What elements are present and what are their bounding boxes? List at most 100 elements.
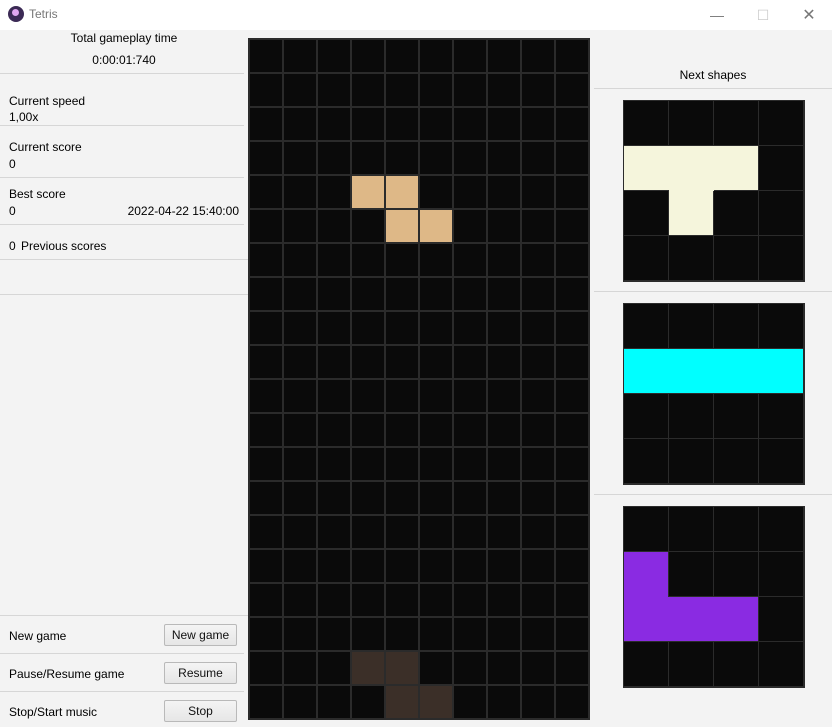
preview-cell xyxy=(624,191,668,235)
board-cell xyxy=(386,380,418,412)
board-cell xyxy=(556,414,588,446)
board-cell xyxy=(454,40,486,72)
board-cell xyxy=(386,312,418,344)
preview-cell xyxy=(669,236,713,280)
preview-cell xyxy=(624,101,668,145)
board-cell xyxy=(454,482,486,514)
board-cell xyxy=(454,346,486,378)
preview-cell xyxy=(624,642,668,686)
board-cell xyxy=(352,550,384,582)
board-cell xyxy=(556,74,588,106)
board-cell xyxy=(522,176,554,208)
board-cell xyxy=(250,652,282,684)
game-board[interactable] xyxy=(248,38,590,720)
next-shape-block xyxy=(714,146,758,190)
preview-cell xyxy=(759,439,803,483)
board-cell xyxy=(522,74,554,106)
board-cell xyxy=(420,448,452,480)
board-cell xyxy=(556,516,588,548)
board-cell xyxy=(522,482,554,514)
board-cell xyxy=(386,244,418,276)
board-cell xyxy=(454,312,486,344)
board-cell xyxy=(488,584,520,616)
ghost-piece-block xyxy=(420,686,452,718)
preview-cell xyxy=(714,642,758,686)
board-cell xyxy=(522,652,554,684)
board-cell xyxy=(488,74,520,106)
board-cell xyxy=(556,584,588,616)
board-cell xyxy=(420,40,452,72)
board-cell xyxy=(488,312,520,344)
next-shape-block xyxy=(669,349,714,393)
board-cell xyxy=(284,482,316,514)
divider xyxy=(0,294,248,295)
board-cell xyxy=(556,108,588,140)
board-cell xyxy=(386,414,418,446)
board-cell xyxy=(318,550,350,582)
board-cell xyxy=(556,550,588,582)
new-game-button[interactable]: New game xyxy=(164,624,237,646)
preview-cell xyxy=(714,191,758,235)
divider xyxy=(0,615,248,616)
minimize-button[interactable]: — xyxy=(694,0,740,30)
preview-cell xyxy=(714,439,758,483)
board-cell xyxy=(420,176,452,208)
board-cell xyxy=(420,584,452,616)
preview-cell xyxy=(624,236,668,280)
resume-button[interactable]: Resume xyxy=(164,662,237,684)
board-cell xyxy=(284,108,316,140)
board-cell xyxy=(318,210,350,242)
board-cell xyxy=(522,312,554,344)
board-cell xyxy=(250,278,282,310)
board-cell xyxy=(250,618,282,650)
preview-cell xyxy=(759,191,803,235)
board-cell xyxy=(284,686,316,718)
board-cell xyxy=(352,74,384,106)
board-cell xyxy=(352,244,384,276)
board-cell xyxy=(420,346,452,378)
board-cell xyxy=(352,516,384,548)
stats-panel: Total gameplay time 0:00:01:740 Current … xyxy=(0,30,248,727)
board-cell xyxy=(420,74,452,106)
board-cell xyxy=(454,74,486,106)
previous-scores-label[interactable]: Previous scores xyxy=(21,239,106,253)
maximize-button[interactable]: ☐ xyxy=(740,0,786,30)
board-cell xyxy=(454,278,486,310)
board-cell xyxy=(488,686,520,718)
board-cell xyxy=(420,414,452,446)
preview-cell xyxy=(759,101,803,145)
preview-cell xyxy=(714,304,758,348)
board-cell xyxy=(488,550,520,582)
board-cell xyxy=(250,312,282,344)
board-cell xyxy=(556,652,588,684)
board-cell xyxy=(556,40,588,72)
board-cell xyxy=(454,210,486,242)
board-cell xyxy=(352,618,384,650)
stop-music-button[interactable]: Stop xyxy=(164,700,237,722)
board-cell xyxy=(522,414,554,446)
ghost-piece-block xyxy=(352,652,384,684)
divider xyxy=(594,88,832,89)
close-button[interactable]: ✕ xyxy=(786,0,832,30)
board-cell xyxy=(352,380,384,412)
next-shape-block xyxy=(624,146,669,190)
preview-cell xyxy=(669,101,713,145)
board-cell xyxy=(386,108,418,140)
board-cell xyxy=(454,176,486,208)
preview-cell xyxy=(669,507,713,551)
ghost-piece-block xyxy=(386,686,418,718)
board-cell xyxy=(284,380,316,412)
board-cell xyxy=(318,686,350,718)
preview-cell xyxy=(624,439,668,483)
board-cell xyxy=(318,40,350,72)
board-cell xyxy=(454,414,486,446)
board-cell xyxy=(352,482,384,514)
board-cell xyxy=(522,550,554,582)
board-cell xyxy=(386,278,418,310)
board-cell xyxy=(250,40,282,72)
board-cell xyxy=(318,142,350,174)
board-cell xyxy=(250,686,282,718)
board-cell xyxy=(488,346,520,378)
gameplay-time-value: 0:00:01:740 xyxy=(92,53,156,67)
divider xyxy=(594,291,832,292)
